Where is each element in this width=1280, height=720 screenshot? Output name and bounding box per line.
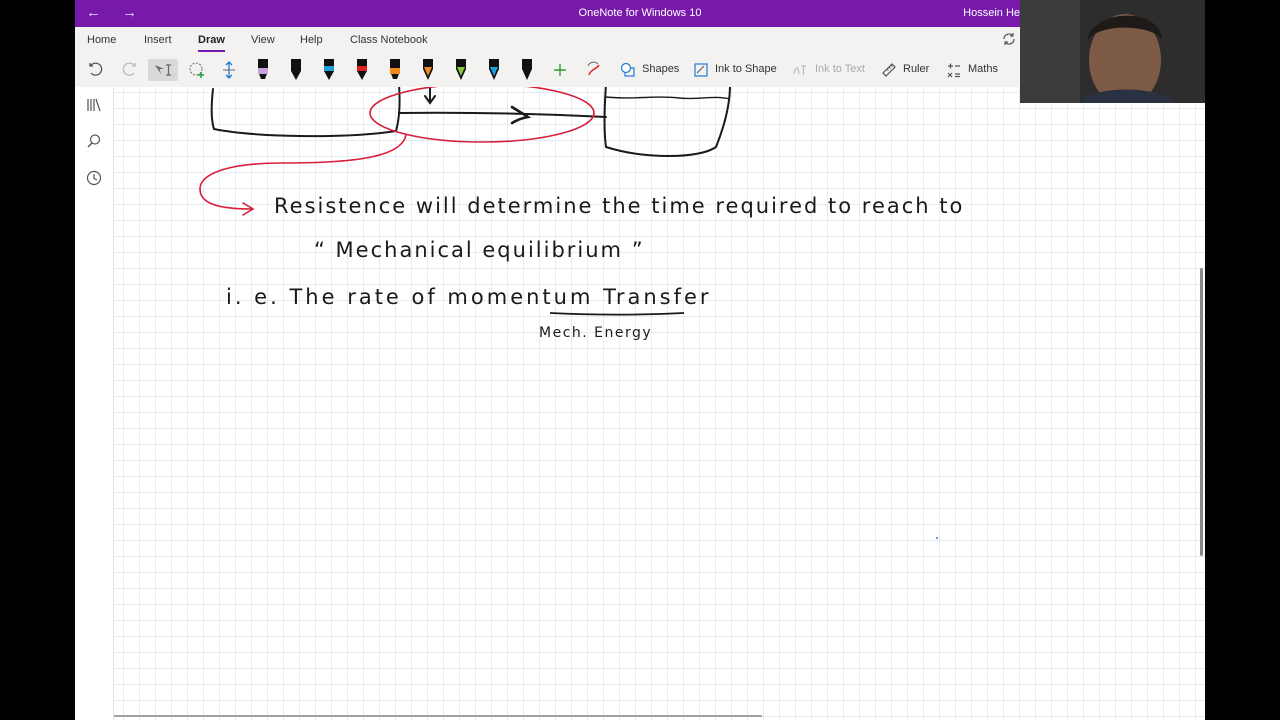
highlighter-1-icon[interactable] xyxy=(253,59,273,81)
tab-view[interactable]: View xyxy=(251,34,275,46)
webcam-overlay xyxy=(1020,0,1205,103)
horizontal-scrollbar[interactable] xyxy=(114,715,762,717)
navigation-sidebar xyxy=(75,87,114,720)
highlighter-5-icon[interactable] xyxy=(385,59,405,81)
tab-draw[interactable]: Draw xyxy=(198,34,225,52)
type-select-icon[interactable] xyxy=(148,59,178,81)
ink-replay-icon[interactable] xyxy=(583,59,605,81)
add-pen-icon[interactable] xyxy=(549,59,571,81)
ink-to-text-label: Ink to Text xyxy=(815,63,865,75)
pencil-8-icon[interactable] xyxy=(484,59,504,81)
tab-insert[interactable]: Insert xyxy=(144,34,172,46)
pen-2-icon[interactable] xyxy=(286,59,306,81)
notebooks-icon[interactable] xyxy=(86,97,102,118)
pen-3-icon[interactable] xyxy=(319,59,339,81)
vertical-scrollbar[interactable] xyxy=(1200,268,1203,556)
sync-icon[interactable] xyxy=(1002,32,1016,51)
add-space-icon[interactable] xyxy=(218,59,240,81)
lasso-select-icon[interactable] xyxy=(186,59,208,81)
pencil-6-icon[interactable] xyxy=(418,59,438,81)
ink-line-1: Resistence will determine the time requi… xyxy=(274,194,964,218)
redo-icon[interactable] xyxy=(118,59,140,81)
ink-to-shape-icon[interactable] xyxy=(691,59,711,81)
shapes-label[interactable]: Shapes xyxy=(642,63,679,75)
ink-line-2: “ Mechanical equilibrium ” xyxy=(314,238,645,262)
pencil-7-icon[interactable] xyxy=(451,59,471,81)
tab-help[interactable]: Help xyxy=(300,34,323,46)
maths-icon[interactable] xyxy=(944,59,964,81)
ink-line-3: i. e. The rate of momentum Transfer xyxy=(226,285,712,309)
ink-drawing: Resistence will determine the time requi… xyxy=(199,87,964,539)
tab-home[interactable]: Home xyxy=(87,34,116,46)
ink-to-shape-label[interactable]: Ink to Shape xyxy=(715,63,777,75)
ink-to-text-icon xyxy=(790,59,810,81)
shapes-icon[interactable] xyxy=(618,59,638,81)
search-icon[interactable] xyxy=(86,133,102,154)
note-canvas[interactable]: Resistence will determine the time requi… xyxy=(114,87,1205,720)
onenote-window: ← → OneNote for Windows 10 Hossein He Ho… xyxy=(75,0,1205,720)
undo-icon[interactable] xyxy=(85,59,107,81)
pen-4-icon[interactable] xyxy=(352,59,372,81)
ruler-icon[interactable] xyxy=(879,59,899,81)
tab-class-notebook[interactable]: Class Notebook xyxy=(350,34,428,46)
pencil-9-icon[interactable] xyxy=(517,59,537,81)
ink-line-4: Mech. Energy xyxy=(539,325,652,341)
recent-notes-icon[interactable] xyxy=(86,170,102,191)
user-name[interactable]: Hossein He xyxy=(963,7,1020,19)
ruler-label[interactable]: Ruler xyxy=(903,63,929,75)
maths-label[interactable]: Maths xyxy=(968,63,998,75)
